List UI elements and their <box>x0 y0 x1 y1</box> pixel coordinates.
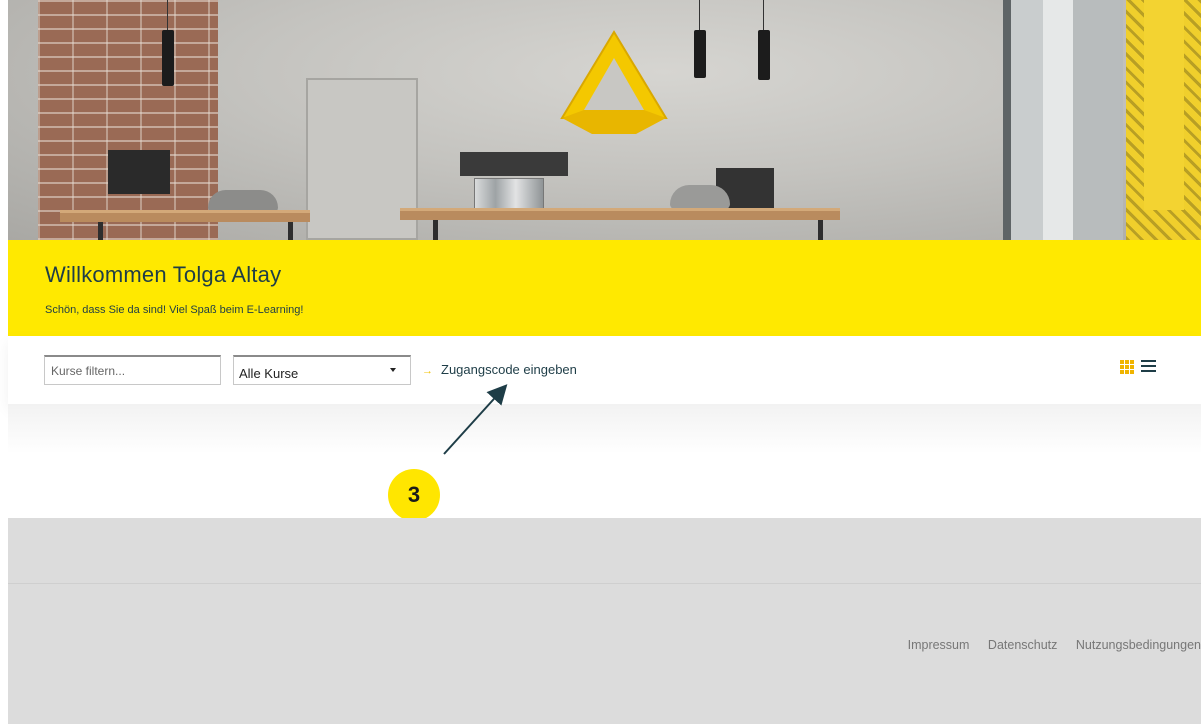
welcome-banner: Willkommen Tolga Altay Schön, dass Sie d… <box>8 240 1201 336</box>
chair <box>670 185 730 209</box>
annotation-step-badge: 3 <box>388 469 440 521</box>
arrow-right-icon: → <box>422 365 433 377</box>
welcome-subtitle: Schön, dass Sie da sind! Viel Spaß beim … <box>45 304 304 316</box>
footer-links: Impressum Datenschutz Nutzungsbedingunge… <box>893 638 1201 652</box>
access-code-link[interactable]: → Zugangscode eingeben <box>422 362 577 377</box>
course-filter-input[interactable] <box>44 355 221 385</box>
list-view-icon[interactable] <box>1141 360 1156 374</box>
bank-logo <box>560 30 668 134</box>
footer-divider <box>8 583 1201 584</box>
glass-partition <box>1003 0 1123 240</box>
chair <box>208 190 278 212</box>
welcome-title: Willkommen Tolga Altay <box>45 262 282 287</box>
course-select-value: Alle Kurse <box>239 366 299 381</box>
content-shadow <box>8 404 1201 454</box>
course-filter-bar: Alle Kurse → Zugangscode eingeben <box>8 336 1201 404</box>
monitor <box>460 152 568 176</box>
access-code-label: Zugangscode eingeben <box>441 362 577 377</box>
desk <box>60 210 310 222</box>
hero-banner-image <box>8 0 1201 240</box>
brick-wall <box>38 0 218 240</box>
monitor <box>108 150 170 194</box>
pendant-lamp <box>758 30 770 80</box>
footer-link-datenschutz[interactable]: Datenschutz <box>988 638 1057 652</box>
footer: Impressum Datenschutz Nutzungsbedingunge… <box>8 518 1201 724</box>
pendant-lamp <box>694 30 706 78</box>
caret-down-icon <box>390 368 396 372</box>
annotation-arrow <box>443 384 508 455</box>
grid-view-icon[interactable] <box>1120 360 1134 374</box>
pendant-lamp <box>162 30 174 86</box>
desk <box>400 208 840 220</box>
footer-link-impressum[interactable]: Impressum <box>908 638 970 652</box>
course-select-dropdown[interactable]: Alle Kurse <box>233 355 411 385</box>
yellow-door <box>1126 0 1201 240</box>
footer-link-nutzungsbedingungen[interactable]: Nutzungsbedingungen <box>1076 638 1201 652</box>
